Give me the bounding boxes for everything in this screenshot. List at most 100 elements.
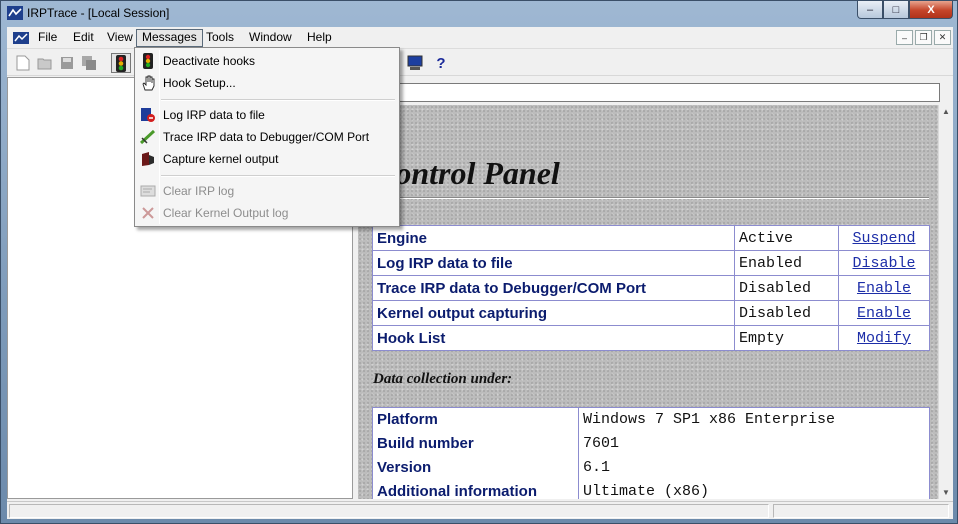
status-panel-main bbox=[9, 504, 769, 518]
status-label: Kernel output capturing bbox=[372, 300, 735, 326]
menu-messages[interactable]: Messages bbox=[136, 29, 203, 47]
title-divider bbox=[374, 197, 929, 199]
status-table: Engine Active Suspend Log IRP data to file E… bbox=[372, 225, 930, 351]
menu-item-clear-kernel-log[interactable]: Clear Kernel Output log bbox=[137, 202, 397, 224]
messages-menu: Deactivate hooks Hook Setup... Log IRP d… bbox=[134, 47, 400, 227]
status-label: Engine bbox=[372, 225, 735, 251]
clear-kernel-icon bbox=[142, 207, 154, 219]
menu-item-log-irp[interactable]: Log IRP data to file bbox=[137, 104, 397, 126]
open-folder-icon bbox=[37, 58, 52, 70]
menu-item-deactivate-hooks[interactable]: Deactivate hooks bbox=[137, 50, 397, 72]
menu-item-label: Clear Kernel Output log bbox=[163, 206, 289, 220]
maximize-button[interactable]: □ bbox=[883, 1, 909, 19]
status-row: Hook List Empty Modify bbox=[372, 325, 930, 351]
menu-item-trace-irp[interactable]: Trace IRP data to Debugger/COM Port bbox=[137, 126, 397, 148]
window-controls: – □ X bbox=[857, 1, 953, 19]
status-value: Active bbox=[734, 225, 839, 251]
info-row: Platform Windows 7 SP1 x86 Enterprise bbox=[372, 407, 930, 432]
status-action-link[interactable]: Suspend bbox=[838, 225, 930, 251]
menu-item-label: Log IRP data to file bbox=[163, 108, 265, 122]
minimize-button[interactable]: – bbox=[857, 1, 883, 19]
new-button[interactable] bbox=[13, 53, 33, 73]
status-action-link[interactable]: Enable bbox=[838, 275, 930, 301]
trace-icon bbox=[140, 129, 156, 145]
menu-item-label: Deactivate hooks bbox=[163, 54, 256, 68]
menu-item-label: Trace IRP data to Debugger/COM Port bbox=[163, 130, 370, 144]
help-icon: ? bbox=[436, 54, 446, 72]
status-label: Hook List bbox=[372, 325, 735, 351]
scroll-down-icon[interactable]: ▼ bbox=[942, 488, 950, 497]
mdi-close-button[interactable]: ✕ bbox=[934, 30, 951, 45]
mdi-restore-button[interactable]: ❐ bbox=[915, 30, 932, 45]
scroll-up-icon[interactable]: ▲ bbox=[942, 107, 950, 116]
hand-icon bbox=[142, 75, 155, 91]
close-button[interactable]: X bbox=[909, 1, 953, 19]
menu-help[interactable]: Help bbox=[302, 29, 337, 47]
save-button[interactable] bbox=[57, 53, 77, 73]
save-icon bbox=[61, 57, 73, 69]
menu-view[interactable]: View bbox=[102, 29, 138, 47]
status-action-link[interactable]: Enable bbox=[838, 300, 930, 326]
capture-icon bbox=[142, 152, 154, 166]
help-button[interactable]: ? bbox=[431, 53, 451, 73]
page-title: Control Panel bbox=[374, 155, 560, 191]
menu-separator bbox=[161, 175, 395, 177]
title-bar[interactable]: IRPTrace - [Local Session] – □ X bbox=[1, 1, 958, 25]
monitor-button[interactable] bbox=[405, 53, 425, 73]
status-bar bbox=[7, 501, 953, 519]
app-icon bbox=[7, 6, 23, 20]
status-value: Empty bbox=[734, 325, 839, 351]
new-document-icon bbox=[16, 55, 30, 71]
window-title: IRPTrace - [Local Session] bbox=[27, 6, 170, 20]
menu-edit[interactable]: Edit bbox=[68, 29, 99, 47]
menu-window[interactable]: Window bbox=[244, 29, 297, 47]
status-action-link[interactable]: Disable bbox=[838, 250, 930, 276]
info-label: Additional information bbox=[372, 479, 579, 499]
status-row: Log IRP data to file Enabled Disable bbox=[372, 250, 930, 276]
status-value: Disabled bbox=[734, 300, 839, 326]
menu-item-label: Capture kernel output bbox=[163, 152, 279, 166]
traffic-light-icon bbox=[116, 54, 126, 72]
monitor-icon bbox=[407, 55, 423, 70]
menu-item-capture-kernel[interactable]: Capture kernel output bbox=[137, 148, 397, 170]
traffic-light-icon bbox=[143, 53, 153, 69]
client-area: File Edit View Messages Tools Window Hel… bbox=[7, 27, 953, 519]
app-window: IRPTrace - [Local Session] – □ X File Ed… bbox=[0, 0, 958, 524]
save-all-button[interactable] bbox=[79, 53, 99, 73]
menu-separator bbox=[161, 99, 395, 101]
data-collection-heading: Data collection under: bbox=[373, 371, 513, 387]
control-panel-pane: Control Panel Engine Active Suspend Log IRP… bbox=[358, 77, 953, 499]
menu-item-label: Clear IRP log bbox=[163, 184, 235, 198]
status-panel-secondary bbox=[773, 504, 949, 518]
save-all-icon bbox=[82, 56, 96, 70]
log-file-icon bbox=[141, 108, 155, 122]
system-info-table: Platform Windows 7 SP1 x86 Enterprise Buil… bbox=[372, 407, 930, 499]
mdi-minimize-button[interactable]: – bbox=[896, 30, 913, 45]
info-value: 6.1 bbox=[583, 459, 611, 476]
info-row: Build number 7601 bbox=[372, 431, 930, 456]
status-action-link[interactable]: Modify bbox=[838, 325, 930, 351]
address-bar[interactable] bbox=[358, 83, 940, 102]
menu-item-clear-irp-log[interactable]: Clear IRP log bbox=[137, 180, 397, 202]
status-row: Trace IRP data to Debugger/COM Port Disab… bbox=[372, 275, 930, 301]
mdi-controls: – ❐ ✕ bbox=[896, 30, 951, 45]
hooks-toggle-button[interactable] bbox=[111, 53, 131, 73]
info-label: Platform bbox=[372, 407, 579, 432]
menu-item-hook-setup[interactable]: Hook Setup... bbox=[137, 72, 397, 94]
status-row: Kernel output capturing Disabled Enable bbox=[372, 300, 930, 326]
info-value: 7601 bbox=[583, 435, 620, 452]
vertical-scrollbar[interactable]: ▲ ▼ bbox=[938, 105, 953, 499]
menu-bar: File Edit View Messages Tools Window Hel… bbox=[7, 27, 953, 49]
document-icon[interactable] bbox=[12, 31, 30, 45]
status-value: Disabled bbox=[734, 275, 839, 301]
info-value: Ultimate (x86) bbox=[583, 482, 710, 499]
status-label: Log IRP data to file bbox=[372, 250, 735, 276]
status-label: Trace IRP data to Debugger/COM Port bbox=[372, 275, 735, 301]
menu-tools[interactable]: Tools bbox=[201, 29, 239, 47]
menu-file[interactable]: File bbox=[33, 29, 62, 47]
open-button[interactable] bbox=[35, 53, 55, 73]
info-value: Windows 7 SP1 x86 Enterprise bbox=[583, 411, 836, 429]
status-row: Engine Active Suspend bbox=[372, 225, 930, 251]
control-panel-content: Control Panel Engine Active Suspend Log IRP… bbox=[358, 105, 938, 499]
menu-item-label: Hook Setup... bbox=[163, 76, 236, 90]
